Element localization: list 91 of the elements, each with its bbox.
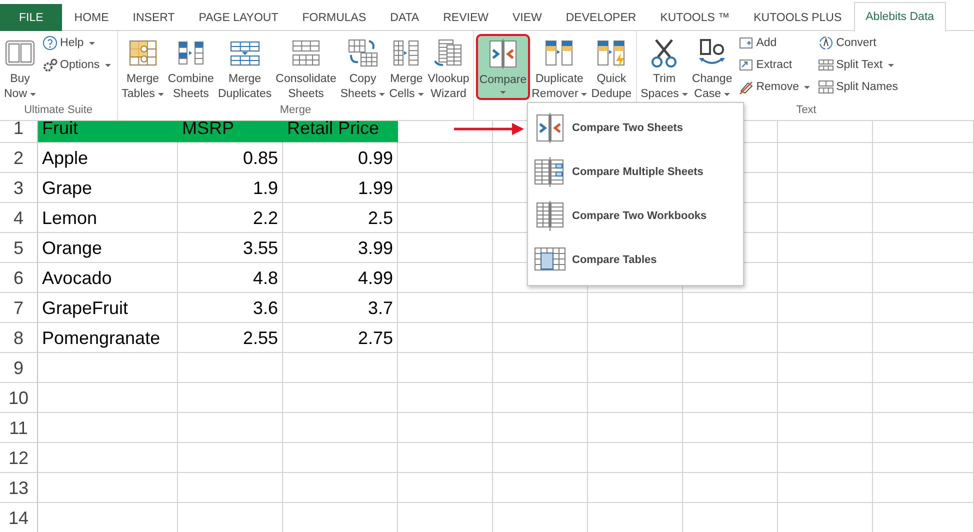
- ribbon-button[interactable]: Merge Cells: [387, 34, 426, 100]
- compare-icon: [486, 38, 519, 70]
- split-names-icon: [818, 79, 834, 95]
- ribbon-tab[interactable]: DATA: [378, 4, 432, 31]
- table-cell: 1.9: [178, 173, 283, 203]
- table-cell: Lemon: [38, 203, 178, 233]
- ribbon-tab[interactable]: KUTOOLS PLUS: [742, 4, 854, 31]
- menu-item[interactable]: Compare Tables: [528, 238, 743, 282]
- table-cell: Fruit: [38, 121, 178, 143]
- row-header[interactable]: 4: [0, 203, 38, 233]
- table-cell: GrapeFruit: [38, 293, 178, 323]
- ribbon-button[interactable]: Merge Duplicates: [216, 34, 274, 100]
- ribbon-tab[interactable]: REVIEW: [431, 4, 500, 31]
- compare-sheets-icon: [534, 156, 566, 188]
- ribbon-button[interactable]: Compare: [476, 34, 530, 100]
- table-cell: 2.75: [283, 323, 398, 353]
- ribbon-button[interactable]: Consolidate Sheets: [274, 34, 338, 100]
- ribbon-button[interactable]: Remove: [736, 78, 812, 96]
- table-cell: 0.85: [178, 143, 283, 173]
- row-header[interactable]: 9: [0, 353, 38, 383]
- row-header[interactable]: 5: [0, 233, 38, 263]
- gear-icon: [42, 57, 58, 73]
- copy-table-icon: [346, 37, 379, 69]
- menu-item[interactable]: Compare Two Sheets: [528, 106, 743, 150]
- row-header[interactable]: 2: [0, 143, 38, 173]
- ribbon-button[interactable]: Merge Tables: [120, 34, 166, 100]
- ribbon-button[interactable]: Convert: [816, 34, 900, 52]
- ribbon-button[interactable]: Help: [40, 34, 113, 52]
- ribbon-button[interactable]: Trim Spaces: [638, 34, 690, 100]
- row-header[interactable]: 7: [0, 293, 38, 323]
- ribbon-tab[interactable]: DEVELOPER: [554, 4, 648, 31]
- ribbon-tab[interactable]: KUTOOLS ™: [648, 4, 742, 31]
- convert-icon: [818, 35, 834, 51]
- table-cell: 3.99: [283, 233, 398, 263]
- ribbon-tab[interactable]: FORMULAS: [290, 4, 378, 31]
- row-header[interactable]: 3: [0, 173, 38, 203]
- ribbon-button[interactable]: Options: [40, 56, 113, 74]
- table-cell: 3.6: [178, 293, 283, 323]
- compare-workbooks-icon: [534, 200, 566, 232]
- row-header[interactable]: 13: [0, 473, 38, 503]
- row-header[interactable]: 11: [0, 413, 38, 443]
- table-cell: Apple: [38, 143, 178, 173]
- ribbon-button[interactable]: Extract: [736, 56, 812, 74]
- table-cell: Grape: [38, 173, 178, 203]
- row-header[interactable]: 8: [0, 323, 38, 353]
- table-cell: 1.99: [283, 173, 398, 203]
- group-label: Merge: [280, 104, 312, 116]
- ribbon-button[interactable]: Change Case: [690, 34, 734, 100]
- ribbon-tab[interactable]: INSERT: [120, 4, 187, 31]
- ribbon-button[interactable]: Quick Dedupe: [589, 34, 634, 100]
- table-cell: Avocado: [38, 263, 178, 293]
- table-cell: 4.8: [178, 263, 283, 293]
- row-header[interactable]: 14: [0, 503, 38, 532]
- table-cell: MSRP: [178, 121, 283, 143]
- ribbon-tab[interactable]: HOME: [62, 4, 121, 31]
- ribbon-button[interactable]: Duplicate Remover: [530, 34, 590, 100]
- ribbon-tab[interactable]: FILE: [0, 4, 62, 31]
- table-cell: Orange: [38, 233, 178, 263]
- split-text-icon: [818, 57, 834, 73]
- table-cell: 0.99: [283, 143, 398, 173]
- ribbon-tab[interactable]: Ablebits Data: [854, 2, 946, 31]
- ribbon-button[interactable]: Buy Now: [2, 34, 38, 100]
- row-header[interactable]: 12: [0, 443, 38, 473]
- table-cell: 3.55: [178, 233, 283, 263]
- ribbon-button[interactable]: Add: [736, 34, 812, 52]
- compare-icon: [534, 112, 566, 144]
- menu-item[interactable]: Compare Multiple Sheets: [528, 150, 743, 194]
- ribbon-button[interactable]: Combine Sheets: [166, 34, 216, 100]
- table-cell: 3.7: [283, 293, 398, 323]
- add-text-icon: [738, 35, 754, 51]
- table-cell: 2.55: [178, 323, 283, 353]
- ribbon-tab[interactable]: PAGE LAYOUT: [186, 4, 290, 31]
- ribbon-tab[interactable]: VIEW: [500, 4, 554, 31]
- extract-icon: [738, 57, 754, 73]
- ribbon-button[interactable]: Vlookup Wizard: [426, 34, 472, 100]
- arrow-icon: [454, 123, 524, 135]
- eraser-icon: [738, 79, 754, 95]
- table-cell: Retail Price: [283, 121, 398, 143]
- row-header[interactable]: 6: [0, 263, 38, 293]
- ribbon-button[interactable]: Split Text: [816, 56, 900, 74]
- ribbon-button[interactable]: Split Names: [816, 78, 900, 96]
- group-label: Text: [796, 104, 816, 116]
- group-label: Ultimate Suite: [24, 104, 93, 116]
- table-cell: Pomengranate: [38, 323, 178, 353]
- ribbon-button[interactable]: Copy Sheets: [338, 34, 388, 100]
- help-icon: [42, 35, 58, 51]
- table-cell: 2.2: [178, 203, 283, 233]
- table-cell: 2.5: [283, 203, 398, 233]
- row-header[interactable]: 10: [0, 383, 38, 413]
- table-cell: 4.99: [283, 263, 398, 293]
- menu-item[interactable]: Compare Two Workbooks: [528, 194, 743, 238]
